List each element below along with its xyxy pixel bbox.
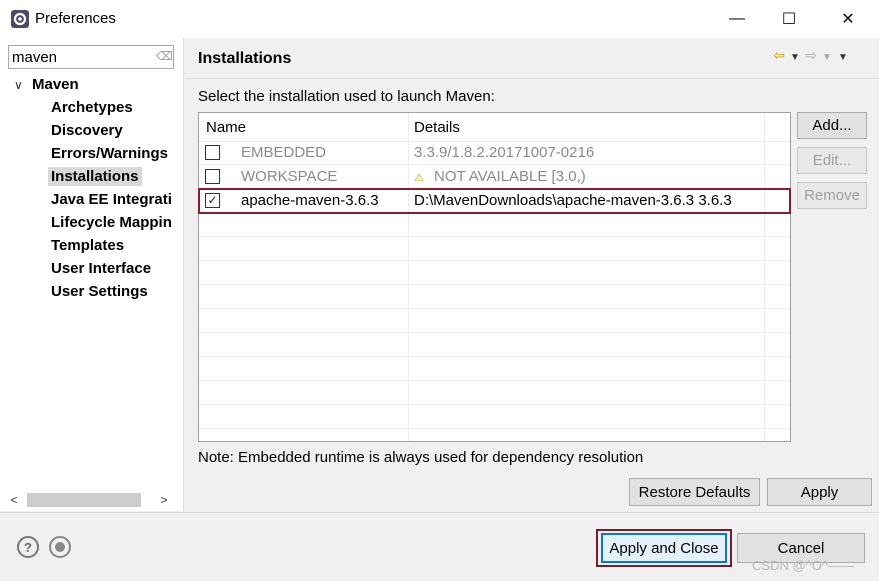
installation-details-wrap: ⚠ NOT AVAILABLE [3.0,) — [414, 168, 586, 185]
installation-name: apache-maven-3.6.3 — [241, 192, 379, 209]
tree-item-user-interface[interactable]: User Interface — [48, 259, 154, 278]
table-row-empty — [199, 333, 790, 357]
tree-item-java-ee-integration[interactable]: Java EE Integrati — [48, 190, 175, 209]
scroll-right-icon[interactable]: > — [155, 491, 173, 509]
table-row-empty — [199, 261, 790, 285]
tree-item-lifecycle-mappings[interactable]: Lifecycle Mappin — [48, 213, 175, 232]
footer-divider — [0, 512, 879, 513]
tree-item-discovery[interactable]: Discovery — [48, 121, 126, 140]
installation-details: D:\MavenDownloads\apache-maven-3.6.3 3.6… — [414, 192, 732, 209]
installation-details: NOT AVAILABLE [3.0,) — [434, 168, 586, 185]
tree-item-archetypes[interactable]: Archetypes — [48, 98, 136, 117]
help-icon[interactable]: ? — [17, 536, 39, 558]
instruction-label: Select the installation used to launch M… — [198, 88, 495, 105]
clear-filter-icon[interactable]: ⌫ — [156, 49, 173, 65]
tree-node-maven[interactable]: ∨ Maven — [14, 76, 79, 93]
chevron-down-icon[interactable]: ∨ — [14, 78, 32, 92]
add-button[interactable]: Add... — [797, 112, 867, 139]
back-dropdown-icon[interactable]: ▼ — [790, 52, 800, 63]
installation-name: EMBEDDED — [241, 144, 327, 161]
table-row-empty — [199, 213, 790, 237]
installations-table[interactable]: Name Details EMBEDDED 3.3.9/1.8.2.201710… — [198, 112, 791, 442]
edit-button[interactable]: Edit... — [797, 147, 867, 174]
forward-arrow-icon[interactable]: ⇨ — [800, 47, 822, 64]
filter-input[interactable] — [12, 48, 152, 66]
page-title: Installations — [198, 50, 292, 67]
tree-item-templates[interactable]: Templates — [48, 236, 127, 255]
remove-button[interactable]: Remove — [797, 182, 867, 209]
note-label: Note: Embedded runtime is always used fo… — [198, 449, 644, 466]
tree-horizontal-scrollbar[interactable]: < > — [5, 491, 179, 509]
tree-item-user-settings[interactable]: User Settings — [48, 282, 151, 301]
back-arrow-icon[interactable]: ⇦ — [768, 47, 790, 64]
column-header-details[interactable]: Details — [414, 119, 460, 136]
close-button[interactable]: ✕ — [822, 0, 874, 38]
watermark-text: CSDN @^O^—— — [752, 558, 854, 573]
installation-name: WORKSPACE — [241, 168, 338, 185]
apply-and-close-button[interactable]: Apply and Close — [601, 533, 727, 563]
minimize-button[interactable]: — — [711, 0, 763, 38]
table-row-apache-maven[interactable]: ✓ apache-maven-3.6.3 D:\MavenDownloads\a… — [198, 188, 791, 214]
tree-item-errors-warnings[interactable]: Errors/Warnings — [48, 144, 171, 163]
record-macro-icon[interactable] — [49, 536, 71, 558]
table-row-empty — [199, 357, 790, 381]
maximize-button[interactable]: ☐ — [763, 0, 815, 38]
restore-defaults-button[interactable]: Restore Defaults — [629, 478, 760, 506]
table-row-empty — [199, 381, 790, 405]
table-row-empty — [199, 237, 790, 261]
window-title: Preferences — [35, 10, 116, 27]
apply-button[interactable]: Apply — [767, 478, 872, 506]
header-divider — [186, 78, 879, 79]
table-row-empty — [199, 405, 790, 429]
table-row-workspace[interactable]: WORKSPACE ⚠ NOT AVAILABLE [3.0,) — [199, 165, 790, 189]
row-checkbox[interactable] — [205, 169, 220, 184]
filter-field[interactable]: ⌫ — [8, 45, 174, 69]
view-menu-icon[interactable]: ▼ — [832, 52, 854, 63]
table-row-embedded[interactable]: EMBEDDED 3.3.9/1.8.2.20171007-0216 — [199, 141, 790, 165]
scroll-left-icon[interactable]: < — [5, 491, 23, 509]
installation-details: 3.3.9/1.8.2.20171007-0216 — [414, 144, 595, 161]
row-checkbox-checked[interactable]: ✓ — [205, 193, 220, 208]
history-navigation: ⇦ ▼ ⇨ ▼ ▼ — [768, 47, 854, 64]
tree-node-label: Maven — [32, 76, 79, 93]
warning-icon: ⚠ — [414, 172, 424, 184]
eclipse-preferences-icon — [11, 10, 29, 28]
column-header-name[interactable]: Name — [206, 119, 246, 136]
tree-item-installations[interactable]: Installations — [48, 167, 142, 186]
scroll-thumb[interactable] — [27, 493, 141, 507]
forward-dropdown-icon[interactable]: ▼ — [822, 52, 832, 63]
row-checkbox[interactable] — [205, 145, 220, 160]
table-row-empty — [199, 309, 790, 333]
table-row-empty — [199, 285, 790, 309]
